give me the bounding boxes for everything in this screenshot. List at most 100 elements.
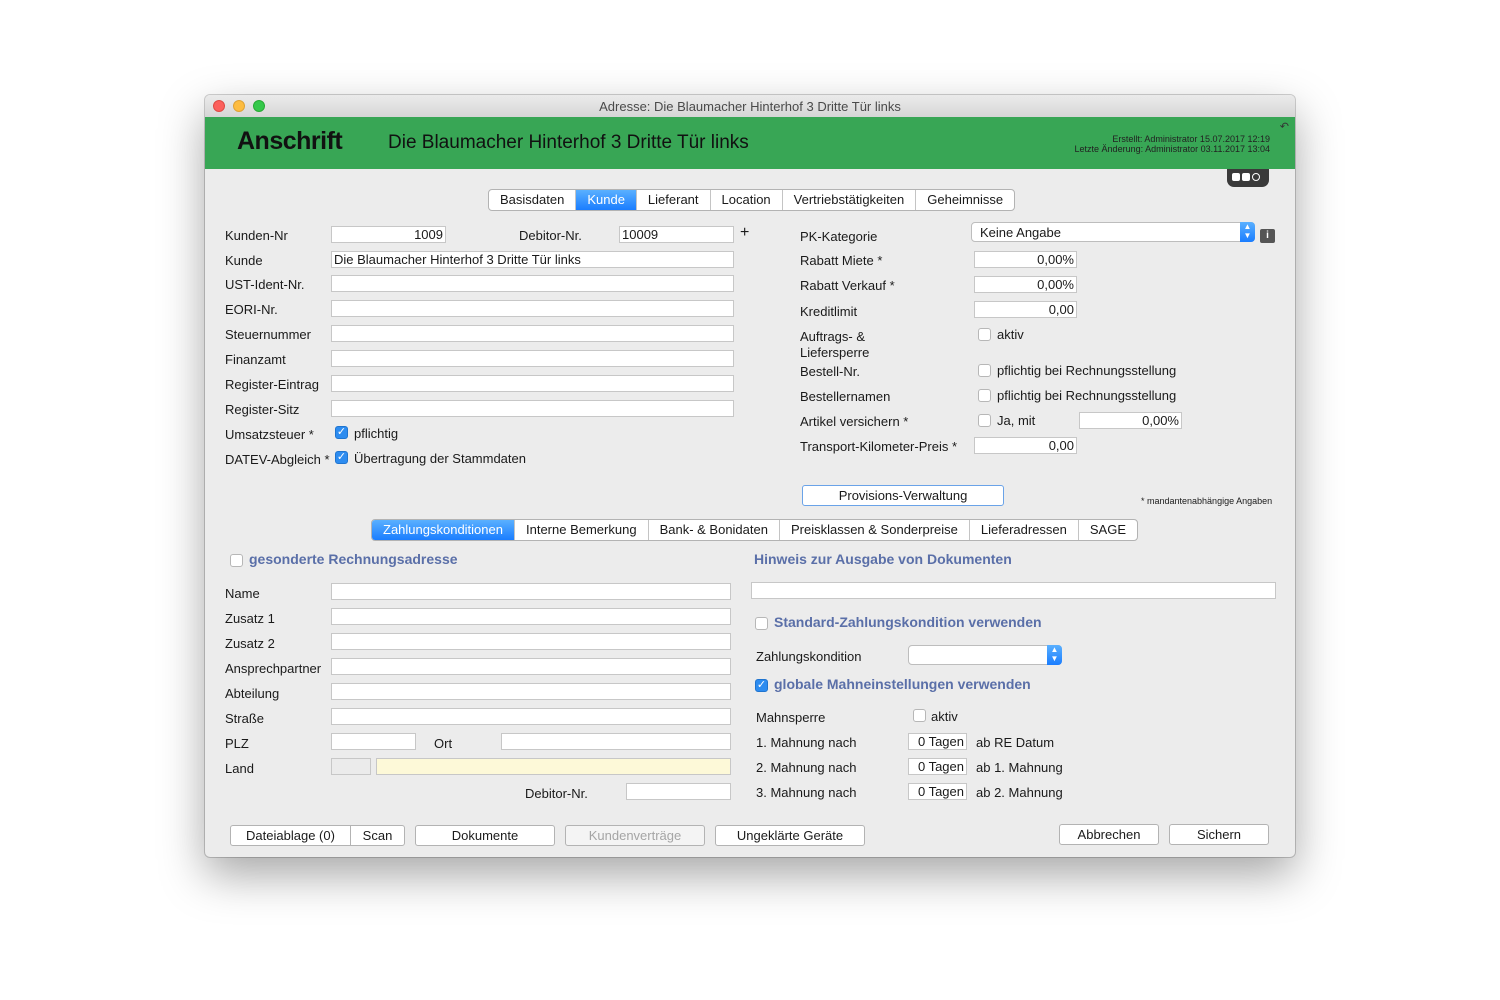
mahnung-2-suffix: ab 1. Mahnung <box>976 760 1063 775</box>
main-tabbar: Basisdaten Kunde Lieferant Location Vertrieb… <box>488 189 1016 211</box>
register-sitz-field[interactable] <box>331 400 734 417</box>
zahlungskondition-select[interactable]: ▲ ▼ <box>908 645 1062 665</box>
standard-zahlung-heading: Standard-Zahlungskondition verwenden <box>774 614 1042 630</box>
sperre-label-2: Liefersperre <box>800 345 870 360</box>
finanzamt-field[interactable] <box>331 350 734 367</box>
subtab-interne-bemerkung[interactable]: Interne Bemerkung <box>513 520 648 540</box>
billing-debitor-field[interactable] <box>626 783 731 800</box>
bestellernamen-checkbox[interactable] <box>978 389 991 402</box>
ansprechpartner-field[interactable] <box>331 658 731 675</box>
ust-ident-field[interactable] <box>331 275 734 292</box>
sub-tabbar: Zahlungskonditionen Interne Bemerkung Bank… <box>371 519 1139 541</box>
info-icon[interactable]: i <box>1260 229 1275 243</box>
umsatzsteuer-label: Umsatzsteuer * <box>225 427 314 442</box>
standard-zahlung-checkbox[interactable] <box>755 617 768 630</box>
back-arrow-icon[interactable]: ↶ <box>1280 120 1289 133</box>
subtab-bank-bonidaten[interactable]: Bank- & Bonidaten <box>647 520 779 540</box>
zusatz1-field[interactable] <box>331 608 731 625</box>
kreditlimit-label: Kreditlimit <box>800 304 858 319</box>
mahnung-1-label: 1. Mahnung nach <box>756 735 857 750</box>
scan-button[interactable]: Scan <box>350 825 405 846</box>
artikel-versichern-checkbox[interactable] <box>978 414 991 427</box>
name-label: Name <box>225 586 260 601</box>
ansprechpartner-label: Ansprechpartner <box>225 661 322 676</box>
bestellernamen-label: Bestellernamen <box>800 389 891 404</box>
ungeklaerte-geraete-button[interactable]: Ungeklärte Geräte <box>715 825 865 846</box>
tab-location[interactable]: Location <box>709 190 782 210</box>
transport-field[interactable]: 0,00 <box>974 437 1077 454</box>
rabatt-miete-field[interactable]: 0,00% <box>974 251 1077 268</box>
mahn-checkbox[interactable]: ✓ <box>755 679 768 692</box>
tab-kunde[interactable]: Kunde <box>575 190 636 210</box>
kunde-label: Kunde <box>225 253 263 268</box>
mahnsperre-checkbox[interactable] <box>913 709 926 722</box>
abbrechen-button[interactable]: Abbrechen <box>1059 824 1159 845</box>
register-sitz-label: Register-Sitz <box>225 402 300 417</box>
subtab-zahlungskonditionen[interactable]: Zahlungskonditionen <box>372 520 514 540</box>
eori-field[interactable] <box>331 300 734 317</box>
subtab-sage[interactable]: SAGE <box>1077 520 1137 540</box>
zahlungskondition-label: Zahlungskondition <box>756 649 862 664</box>
provisions-verwaltung-button[interactable]: Provisions-Verwaltung <box>802 485 1004 506</box>
bestell-nr-checkbox[interactable] <box>978 364 991 377</box>
chevron-updown-icon: ▲ ▼ <box>1047 645 1062 665</box>
register-eintrag-label: Register-Eintrag <box>225 377 319 392</box>
name-field[interactable] <box>331 583 731 600</box>
view-toggle-button[interactable] <box>1227 169 1269 187</box>
billing-debitor-label: Debitor-Nr. <box>525 786 588 801</box>
mandant-note: * mandantenabhängige Angaben <box>1141 496 1273 506</box>
tab-basisdaten[interactable]: Basisdaten <box>489 190 575 210</box>
sperre-checkbox[interactable] <box>978 328 991 341</box>
umsatzsteuer-checkbox[interactable]: ✓ <box>335 426 348 439</box>
dateiablage-button[interactable]: Dateiablage (0) <box>230 825 351 846</box>
subtab-preisklassen-sonderpreise[interactable]: Preisklassen & Sonderpreise <box>778 520 969 540</box>
abteilung-field[interactable] <box>331 683 731 700</box>
title-bar: Adresse: Die Blaumacher Hinterhof 3 Drit… <box>205 95 1295 118</box>
strasse-label: Straße <box>225 711 265 726</box>
add-debitor-button[interactable]: + <box>740 224 749 242</box>
record-header: Anschrift Die Blaumacher Hinterhof 3 Dri… <box>205 117 1295 169</box>
hinweis-heading: Hinweis zur Ausgabe von Dokumenten <box>754 551 1012 567</box>
bestell-nr-label: Bestell-Nr. <box>800 364 860 379</box>
land-label: Land <box>225 761 254 776</box>
kunden-nr-field[interactable]: 1009 <box>331 226 446 243</box>
eori-label: EORI-Nr. <box>225 302 278 317</box>
mahnung-2-field[interactable]: 0 Tagen <box>908 758 967 775</box>
ort-field[interactable] <box>501 733 731 750</box>
pk-kategorie-select[interactable]: Keine Angabe ▲ ▼ <box>971 222 1255 242</box>
mahnsperre-check-label: aktiv <box>931 709 958 724</box>
sichern-button[interactable]: Sichern <box>1169 824 1269 845</box>
land-field[interactable] <box>376 758 731 775</box>
sperre-label-1: Auftrags- & <box>800 329 866 344</box>
plz-field[interactable] <box>331 733 416 750</box>
tab-lieferant[interactable]: Lieferant <box>635 190 710 210</box>
register-eintrag-field[interactable] <box>331 375 734 392</box>
modified-info: Letzte Änderung: Administrator 03.11.201… <box>1074 144 1270 154</box>
dokumente-button[interactable]: Dokumente <box>415 825 555 846</box>
rechnungsadresse-checkbox[interactable] <box>230 554 243 567</box>
tab-geheimnisse[interactable]: Geheimnisse <box>915 190 1014 210</box>
kreditlimit-field[interactable]: 0,00 <box>974 301 1077 318</box>
artikel-versichern-field[interactable]: 0,00% <box>1079 412 1182 429</box>
land-code-field[interactable] <box>331 758 371 775</box>
debitor-nr-field[interactable]: 10009 <box>619 226 734 243</box>
plz-label: PLZ <box>225 736 249 751</box>
strasse-field[interactable] <box>331 708 731 725</box>
zusatz2-label: Zusatz 2 <box>225 636 275 651</box>
hinweis-field[interactable] <box>751 582 1276 599</box>
zusatz2-field[interactable] <box>331 633 731 650</box>
datev-checkbox[interactable]: ✓ <box>335 451 348 464</box>
window-title: Adresse: Die Blaumacher Hinterhof 3 Drit… <box>599 99 901 114</box>
zusatz1-label: Zusatz 1 <box>225 611 275 626</box>
kunde-field[interactable]: Die Blaumacher Hinterhof 3 Dritte Tür li… <box>331 251 734 268</box>
artikel-versichern-label: Artikel versichern * <box>800 414 909 429</box>
tab-vertriebstätigkeiten[interactable]: Vertriebstätigkeiten <box>781 190 916 210</box>
rabatt-verkauf-field[interactable]: 0,00% <box>974 276 1077 293</box>
mahnung-3-field[interactable]: 0 Tagen <box>908 783 967 800</box>
mahnung-1-field[interactable]: 0 Tagen <box>908 733 967 750</box>
rabatt-verkauf-label: Rabatt Verkauf * <box>800 278 895 293</box>
address-window: Adresse: Die Blaumacher Hinterhof 3 Drit… <box>205 95 1295 857</box>
steuernummer-field[interactable] <box>331 325 734 342</box>
subtab-lieferadressen[interactable]: Lieferadressen <box>968 520 1078 540</box>
kundenvertraege-button[interactable]: Kundenverträge <box>565 825 705 846</box>
